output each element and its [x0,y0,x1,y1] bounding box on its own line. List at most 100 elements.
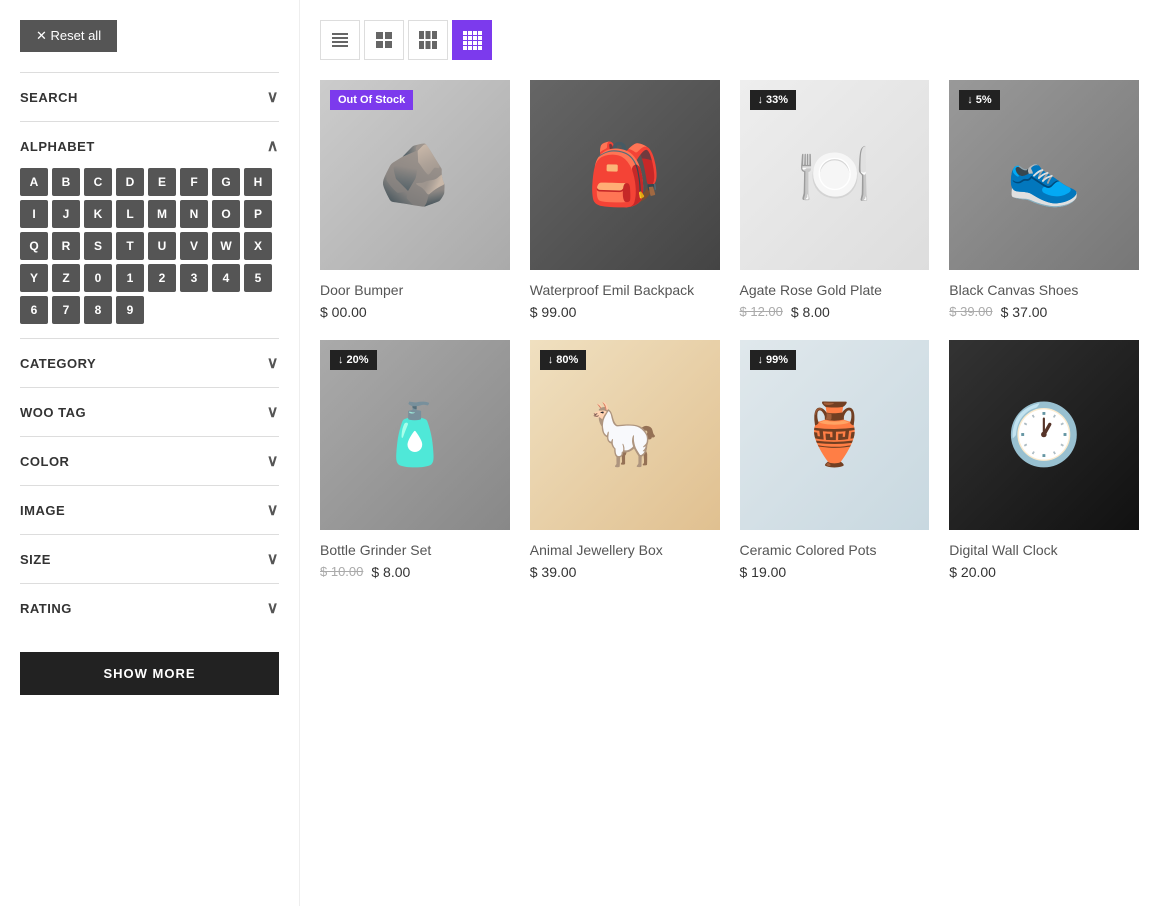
view-list-button[interactable] [320,20,360,60]
product-prices: $ 19.00 [740,564,930,580]
product-card[interactable]: 🏺 99% Ceramic Colored Pots $ 19.00 [740,340,930,580]
sidebar: ✕ Reset all SEARCH ∨ ALPHABET ∧ ABCDEFGH… [0,0,300,906]
price-original: $ 39.00 [949,304,992,319]
product-card[interactable]: 🦙 80% Animal Jewellery Box $ 39.00 [530,340,720,580]
product-link[interactable]: Ceramic Colored Pots [740,542,877,558]
filter-search-label: SEARCH [20,90,78,105]
alpha-btn-J[interactable]: J [52,200,80,228]
product-link[interactable]: Door Bumper [320,282,403,298]
grid-3-icon [418,30,438,50]
filter-rating-header[interactable]: RATING ∨ [20,598,279,618]
alpha-btn-Y[interactable]: Y [20,264,48,292]
alpha-btn-K[interactable]: K [84,200,112,228]
view-grid4-button[interactable] [452,20,492,60]
product-name: Door Bumper [320,282,510,298]
alpha-btn-H[interactable]: H [244,168,272,196]
alpha-btn-G[interactable]: G [212,168,240,196]
filter-color-label: COLOR [20,454,69,469]
view-grid3-button[interactable] [408,20,448,60]
alpha-btn-5[interactable]: 5 [244,264,272,292]
alpha-btn-7[interactable]: 7 [52,296,80,324]
alpha-btn-8[interactable]: 8 [84,296,112,324]
filter-search-header[interactable]: SEARCH ∨ [20,87,279,107]
product-prices: $ 20.00 [949,564,1139,580]
grid-4-icon [462,30,482,50]
chevron-down-icon: ∨ [267,87,279,107]
alpha-btn-C[interactable]: C [84,168,112,196]
product-link[interactable]: Agate Rose Gold Plate [740,282,882,298]
main-content: 🪨 Out Of Stock Door Bumper $ 00.00 🎒 Wat… [300,0,1159,906]
product-name: Waterproof Emil Backpack [530,282,720,298]
chevron-down-icon: ∨ [267,598,279,618]
product-link[interactable]: Waterproof Emil Backpack [530,282,694,298]
chevron-down-icon: ∨ [267,451,279,471]
product-card[interactable]: 👟 5% Black Canvas Shoes $ 39.00 $ 37.00 [949,80,1139,320]
alpha-btn-D[interactable]: D [116,168,144,196]
view-toggle-group [320,20,1139,60]
alpha-btn-Z[interactable]: Z [52,264,80,292]
list-view-icon [330,30,350,50]
product-name: Black Canvas Shoes [949,282,1139,298]
discount-badge: 99% [750,350,797,370]
alpha-btn-T[interactable]: T [116,232,144,260]
chevron-down-icon: ∨ [267,353,279,373]
product-card[interactable]: 🎒 Waterproof Emil Backpack $ 99.00 [530,80,720,320]
alpha-btn-1[interactable]: 1 [116,264,144,292]
filter-color-header[interactable]: COLOR ∨ [20,451,279,471]
product-link[interactable]: Black Canvas Shoes [949,282,1078,298]
reset-all-button[interactable]: ✕ Reset all [20,20,117,52]
view-grid2-button[interactable] [364,20,404,60]
alpha-btn-S[interactable]: S [84,232,112,260]
alpha-btn-L[interactable]: L [116,200,144,228]
product-name: Digital Wall Clock [949,542,1139,558]
price-regular: $ 19.00 [740,564,787,580]
alpha-btn-M[interactable]: M [148,200,176,228]
filter-size-header[interactable]: SIZE ∨ [20,549,279,569]
alpha-btn-E[interactable]: E [148,168,176,196]
alpha-btn-X[interactable]: X [244,232,272,260]
alpha-btn-P[interactable]: P [244,200,272,228]
alpha-btn-0[interactable]: 0 [84,264,112,292]
alpha-btn-I[interactable]: I [20,200,48,228]
product-card[interactable]: 🕐 Digital Wall Clock $ 20.00 [949,340,1139,580]
product-image: 🍽️ 33% [740,80,930,270]
alphabet-grid: ABCDEFGH IJKLMNOP QRSTUVWX YZ012345 6789 [20,168,279,324]
product-name: Ceramic Colored Pots [740,542,930,558]
chevron-down-icon: ∨ [267,500,279,520]
product-link[interactable]: Animal Jewellery Box [530,542,663,558]
product-image: 🧴 20% [320,340,510,530]
filter-alphabet-header[interactable]: ALPHABET ∧ [20,136,279,156]
price-regular: $ 99.00 [530,304,577,320]
alpha-btn-R[interactable]: R [52,232,80,260]
product-link[interactable]: Bottle Grinder Set [320,542,431,558]
product-prices: $ 10.00 $ 8.00 [320,564,510,580]
alpha-btn-2[interactable]: 2 [148,264,176,292]
product-prices: $ 39.00 $ 37.00 [949,304,1139,320]
alpha-btn-9[interactable]: 9 [116,296,144,324]
alpha-btn-A[interactable]: A [20,168,48,196]
alpha-btn-V[interactable]: V [180,232,208,260]
filter-category-header[interactable]: CATEGORY ∨ [20,353,279,373]
product-card[interactable]: 🍽️ 33% Agate Rose Gold Plate $ 12.00 $ 8… [740,80,930,320]
product-link[interactable]: Digital Wall Clock [949,542,1057,558]
product-card[interactable]: 🪨 Out Of Stock Door Bumper $ 00.00 [320,80,510,320]
alpha-btn-Q[interactable]: Q [20,232,48,260]
filter-category-label: CATEGORY [20,356,96,371]
filter-image-header[interactable]: IMAGE ∨ [20,500,279,520]
alpha-btn-3[interactable]: 3 [180,264,208,292]
alpha-btn-U[interactable]: U [148,232,176,260]
discount-badge: 80% [540,350,587,370]
filter-woo-tag-header[interactable]: WOO TAG ∨ [20,402,279,422]
product-image: 👟 5% [949,80,1139,270]
product-card[interactable]: 🧴 20% Bottle Grinder Set $ 10.00 $ 8.00 [320,340,510,580]
product-image: 🕐 [949,340,1139,530]
show-more-button[interactable]: SHOW MORE [20,652,279,695]
product-prices: $ 12.00 $ 8.00 [740,304,930,320]
alpha-btn-W[interactable]: W [212,232,240,260]
alpha-btn-F[interactable]: F [180,168,208,196]
alpha-btn-B[interactable]: B [52,168,80,196]
alpha-btn-O[interactable]: O [212,200,240,228]
alpha-btn-4[interactable]: 4 [212,264,240,292]
alpha-btn-N[interactable]: N [180,200,208,228]
alpha-btn-6[interactable]: 6 [20,296,48,324]
